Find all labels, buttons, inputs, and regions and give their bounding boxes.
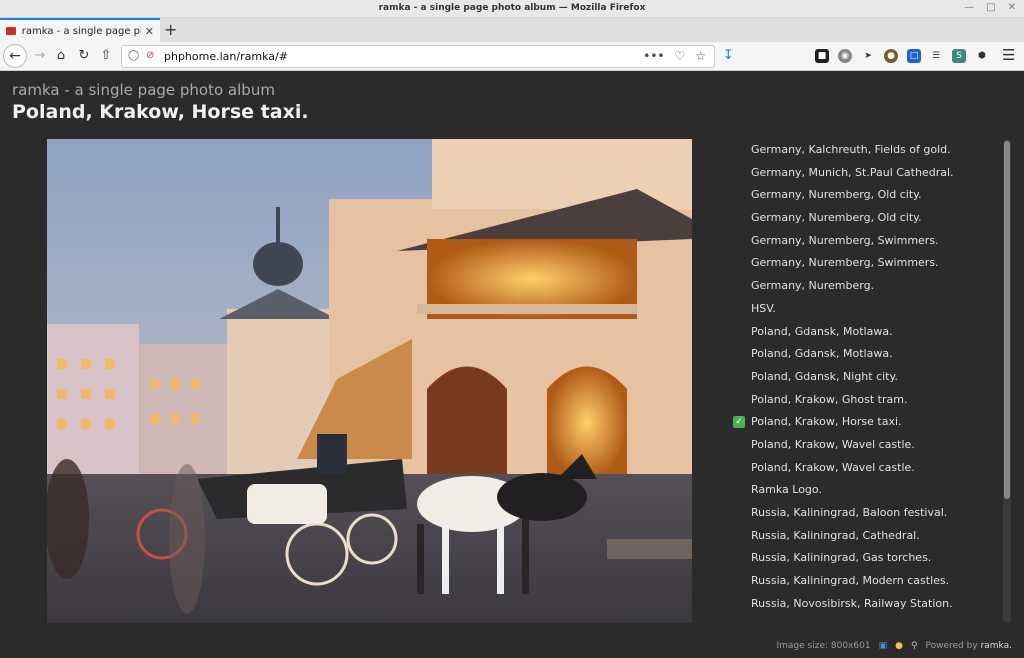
url-text[interactable]: phphome.lan/ramka/# [164,50,288,63]
window-titlebar: ramka - a single page photo album — Mozi… [0,0,1024,18]
photo-list-item-label: Germany, Nuremberg, Old city. [751,188,922,202]
menu-hamburger-icon[interactable]: ☰ [1002,46,1015,64]
tab-strip: ramka - a single page photo ✕ + [0,18,1024,42]
photo-list-item-label: Germany, Kalchreuth, Fields of gold. [751,143,951,156]
photo-list-item[interactable]: Poland, Gdansk, Motlawa. [733,321,1003,344]
photo-list-item-label: Russia, Kaliningrad, Modern castles. [751,574,950,588]
photo-list-item[interactable]: Poland, Krakow, Ghost tram. [733,389,1003,412]
photo-list-item[interactable]: Germany, Nuremberg, Swimmers. [733,252,1003,275]
photo-list-item-selected[interactable]: ✓ Poland, Krakow, Horse taxi. [733,411,1003,434]
bookmark-star-icon[interactable]: ☆ [695,49,706,63]
photo-list-item[interactable]: Russia, Novosibirsk, Railway Station. [733,593,1003,616]
new-tab-icon[interactable]: + [164,20,177,39]
scrollbar-thumb[interactable] [1004,141,1010,499]
photo-list-item-label: Ramka Logo. [751,483,822,497]
photo-list-item[interactable]: Ramka Logo. [733,479,1003,502]
reload-button-icon[interactable]: ↻ [75,47,93,65]
photo-list-item-label: Russia, Kaliningrad, Cathedral. [751,528,920,542]
photo-list-item[interactable]: Poland, Krakow, Wavel castle. [733,457,1003,480]
close-window-icon[interactable]: ✕ [1008,2,1016,13]
favicon-icon [6,27,16,35]
powered-by-text: Powered by ramka. [925,641,1012,651]
powered-by-brand[interactable]: ramka. [981,641,1012,651]
extension-container-icon[interactable]: ■ [815,49,829,63]
extension-bars-icon[interactable]: ☰ [929,49,943,63]
photo-list-item[interactable]: Russia, Kaliningrad, Gas torches. [733,547,1003,570]
extension-avatar-icon[interactable]: ● [884,49,898,63]
photo-list-item-label: Poland, Gdansk, Motlawa. [751,324,893,338]
footer: Image size: 800x601 ▣ ● ⚲ Powered by ram… [776,641,1012,651]
photo-list-item[interactable]: Germany, Nuremberg. [733,275,1003,298]
downloads-icon[interactable]: ↧ [723,48,734,63]
page-content: ramka - a single page photo album Poland… [0,71,1024,658]
photo-list-item-label: Poland, Gdansk, Motlawa. [751,347,893,361]
photo-list-item-label: Russia, Kaliningrad, Gas torches. [751,551,932,565]
photo-list-item-label: Poland, Krakow, Wavel castle. [751,460,915,474]
maximize-icon[interactable]: □ [986,2,995,13]
navigation-toolbar: ← → ⌂ ↻ ⇧ ◯ ⊘ phphome.lan/ramka/# ••• ♡ … [0,42,1024,71]
photo-list-item[interactable]: HSV. [733,298,1003,321]
insecure-lock-icon[interactable]: ⊘ [146,50,154,61]
photo-list-item[interactable]: Germany, Nuremberg, Old city. [733,184,1003,207]
zoom-icon[interactable]: ⚲ [911,641,918,651]
home-button-icon[interactable]: ⌂ [52,47,70,65]
photo-list-item-label: Russia, Novosibirsk, Railway Station. [751,596,953,610]
photo-list-item-label: Germany, Nuremberg, Swimmers. [751,233,939,247]
tracking-shield-icon[interactable]: ◯ [128,50,139,61]
photo-list-item-label: HSV. [751,301,776,315]
tab-label: ramka - a single page photo [21,25,141,37]
bookmarks-toolbar-icon[interactable]: ⇧ [97,47,115,65]
image-size-text: Image size: 800x601 [776,641,871,651]
forward-button-icon[interactable]: → [31,47,49,65]
extension-bitwarden-icon[interactable]: □ [907,49,921,63]
photo-list-item-label: Poland, Krakow, Wavel castle. [751,437,915,451]
photo-list-item-label: Russia, Kaliningrad, Baloon festival. [751,506,948,519]
lightbulb-icon[interactable]: ● [895,641,903,651]
app-title: ramka - a single page photo album [12,81,275,99]
checkmark-icon: ✓ [733,416,745,429]
photo-list-item[interactable]: Poland, Gdansk, Night city. [733,366,1003,389]
tab-ramka[interactable]: ramka - a single page photo ✕ [0,18,160,42]
page-actions-icon[interactable]: ••• [643,49,664,63]
photo-list-item[interactable]: Germany, Nuremberg, Swimmers. [733,230,1003,253]
photo-list-item[interactable]: Poland, Gdansk, Motlawa. [733,343,1003,366]
photo-title: Poland, Krakow, Horse taxi. [12,101,309,123]
photo-illustration [47,139,692,623]
back-button-icon[interactable]: ← [3,44,27,68]
extension-cube-icon[interactable]: ⬢ [975,49,989,63]
photo-list-item-label: Poland, Krakow, Ghost tram. [751,392,908,406]
main-photo[interactable] [47,139,692,623]
extension-rocket-icon[interactable]: ➤ [861,49,875,63]
extension-s-icon[interactable]: S [952,49,966,63]
window-title: ramka - a single page photo album — Mozi… [378,3,646,13]
url-bar[interactable]: ◯ ⊘ phphome.lan/ramka/# ••• ♡ ☆ [121,45,715,68]
photo-list-scrollbar[interactable] [1003,139,1011,623]
photo-list-item-label: Germany, Munich, St.Paul Cathedral. [751,165,954,179]
extension-globe-icon[interactable]: ◉ [838,49,852,63]
photo-list-item[interactable]: Russia, Kaliningrad, Cathedral. [733,525,1003,548]
close-tab-icon[interactable]: ✕ [145,25,154,38]
photo-list-item-label: Poland, Krakow, Horse taxi. [751,415,902,429]
photo-list: Germany, Kalchreuth, Fields of gold. Germ… [733,139,1003,623]
photo-list-item[interactable]: Poland, Krakow, Wavel castle. [733,434,1003,457]
photo-list-item-label: Germany, Nuremberg, Old city. [751,211,922,225]
minimize-icon[interactable]: — [964,2,974,13]
photo-list-item[interactable]: Germany, Nuremberg, Old city. [733,207,1003,230]
photo-list-item-label: Poland, Gdansk, Night city. [751,369,898,383]
photo-list-item[interactable]: Russia, Kaliningrad, Baloon festival. [733,502,1003,525]
pocket-icon[interactable]: ♡ [674,49,685,63]
photo-list-item[interactable]: Germany, Munich, St.Paul Cathedral. [733,162,1003,185]
download-image-icon[interactable]: ▣ [879,641,888,651]
photo-list-item-label: Germany, Nuremberg, Swimmers. [751,256,939,270]
photo-list-item[interactable]: Germany, Kalchreuth, Fields of gold. [733,139,1003,162]
photo-list-item-label: Germany, Nuremberg. [751,279,875,293]
photo-list-item[interactable]: Russia, Kaliningrad, Modern castles. [733,570,1003,593]
